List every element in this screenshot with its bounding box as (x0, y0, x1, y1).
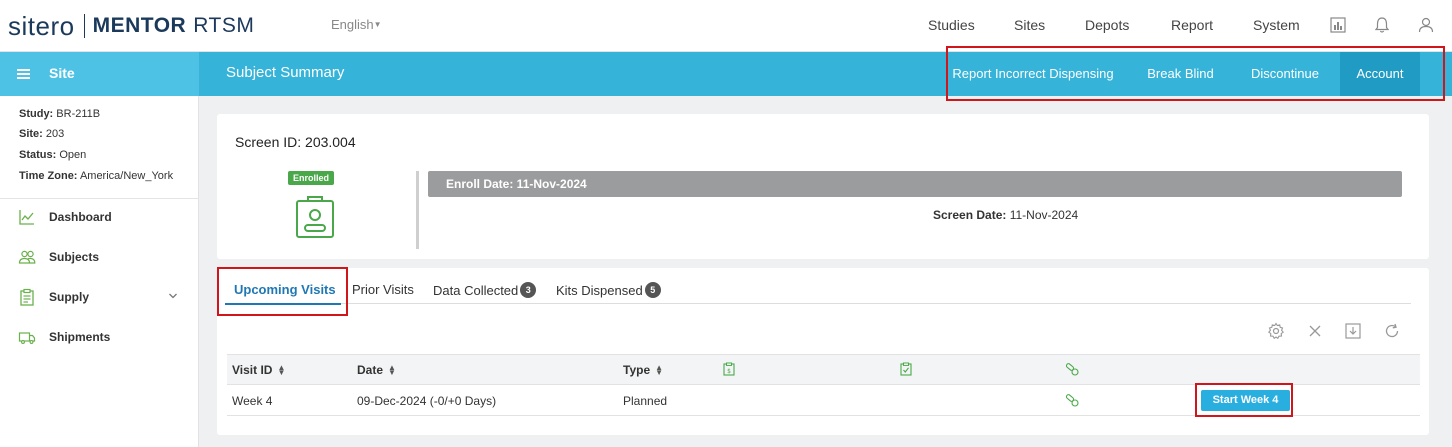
checklist-clipboard-icon (900, 362, 912, 376)
logo-product: MENTOR (92, 14, 187, 37)
bell-icon[interactable] (1373, 16, 1391, 34)
truck-icon (18, 332, 36, 344)
highlight-action-bar (946, 46, 1445, 101)
sidebar-item-shipments[interactable]: Shipments (0, 327, 199, 347)
info-study-value: BR-211B (56, 108, 101, 120)
sidebar-item-subjects[interactable]: Subjects (0, 247, 199, 267)
tab-label: Kits Dispensed (556, 282, 643, 298)
sort-icon: ▲ ▼ (388, 363, 396, 377)
column-header-visit-id[interactable]: Visit ID ▲ ▼ (232, 363, 285, 377)
cell-date: 09-Dec-2024 (-0/+0 Days) (357, 394, 497, 408)
app-logo[interactable]: sitero MENTOR RTSM (8, 10, 255, 41)
pills-icon (1065, 363, 1079, 376)
info-timezone-label: Time Zone: (19, 170, 78, 182)
info-site: Site: 203 (19, 128, 64, 140)
column-label: Visit ID (232, 363, 273, 377)
kit-clipboard-icon: $ (723, 362, 735, 376)
info-site-value: 203 (45, 128, 65, 140)
tab-label: Prior Visits (352, 282, 414, 297)
nav-depots[interactable]: Depots (1085, 17, 1129, 33)
screen-date-label: Screen Date: (933, 208, 1007, 222)
sidebar-header: Site (0, 52, 199, 96)
gear-icon[interactable] (1267, 322, 1285, 340)
hamburger-menu-icon[interactable] (17, 69, 30, 79)
logo-brand: sitero (8, 10, 75, 41)
column-header-date[interactable]: Date ▲ ▼ (357, 363, 396, 377)
screen-id: Screen ID: 203.004 (235, 134, 356, 150)
table-header: Visit ID ▲ ▼ Date ▲ ▼ Type ▲ ▼ $ (227, 354, 1420, 385)
enroll-date-bar: Enroll Date: 11-Nov-2024 (428, 171, 1402, 197)
info-study-label: Study: (19, 108, 54, 120)
sidebar: Study: BR-211B Site: 203 Status: Open Ti… (0, 96, 199, 447)
chevron-down-icon[interactable] (168, 291, 178, 301)
tab-kits-dispensed[interactable]: Kits Dispensed 5 (556, 282, 661, 298)
info-status-value: Open (59, 149, 87, 161)
nav-system[interactable]: System (1253, 17, 1300, 33)
info-status: Status: Open (19, 149, 86, 161)
nav-sites[interactable]: Sites (1014, 17, 1045, 33)
page-title: Subject Summary (226, 64, 345, 81)
caret-down-icon: ▼ (373, 20, 382, 29)
highlight-start-button (1195, 383, 1293, 417)
nav-studies[interactable]: Studies (928, 17, 975, 33)
download-icon[interactable] (1344, 322, 1362, 340)
info-site-label: Site: (19, 128, 43, 140)
pills-icon[interactable] (1065, 393, 1079, 407)
user-icon[interactable] (1417, 16, 1435, 34)
clipboard-list-icon (20, 288, 34, 306)
count-badge: 3 (520, 282, 537, 298)
report-chart-icon[interactable] (1329, 16, 1347, 34)
column-label: Type (623, 363, 651, 377)
sidebar-item-label: Dashboard (49, 210, 112, 224)
close-icon[interactable] (1306, 322, 1324, 340)
screen-date: Screen Date: 11-Nov-2024 (933, 208, 1078, 222)
language-dropdown[interactable]: English▼ (331, 17, 382, 32)
column-header-type[interactable]: Type ▲ ▼ (623, 363, 663, 377)
subject-clipboard-icon (296, 196, 334, 238)
tabs-divider (225, 303, 1411, 304)
vertical-divider (416, 171, 419, 249)
info-timezone-value: America/New_York (79, 170, 174, 182)
sort-icon: ▲ ▼ (655, 363, 664, 377)
cell-visit-id: Week 4 (232, 394, 273, 408)
sidebar-title: Site (49, 65, 75, 81)
tab-prior-visits[interactable]: Prior Visits (352, 282, 414, 297)
sidebar-divider (0, 198, 199, 199)
sidebar-item-dashboard[interactable]: Dashboard (0, 207, 199, 227)
svg-text:$: $ (727, 368, 731, 375)
sidebar-item-label: Shipments (49, 330, 111, 344)
sidebar-item-label: Subjects (49, 250, 100, 264)
refresh-icon[interactable] (1383, 322, 1401, 340)
tab-label: Data Collected (433, 282, 519, 298)
logo-separator (83, 14, 85, 38)
status-badge: Enrolled (288, 171, 335, 185)
tab-data-collected[interactable]: Data Collected 3 (433, 282, 537, 298)
sidebar-item-label: Supply (49, 290, 90, 304)
count-badge: 5 (644, 282, 661, 298)
nav-report[interactable]: Report (1171, 17, 1213, 33)
screen-date-value: 11-Nov-2024 (1009, 208, 1079, 222)
column-label: Date (357, 363, 384, 377)
language-label: English (331, 17, 374, 32)
highlight-upcoming-visits-tab (217, 267, 348, 316)
users-icon (18, 250, 36, 264)
cell-type: Planned (623, 394, 668, 408)
info-timezone: Time Zone: America/New_York (19, 170, 173, 182)
logo-suffix: RTSM (193, 14, 255, 37)
top-navigation: sitero MENTOR RTSM English▼ Studies Site… (0, 0, 1452, 52)
info-status-label: Status: (19, 149, 57, 161)
sidebar-item-supply[interactable]: Supply (0, 287, 199, 307)
sort-icon: ▲ ▼ (277, 363, 286, 377)
subject-summary-card: Screen ID: 203.004 Enrolled Enroll Date:… (217, 114, 1429, 259)
info-study: Study: BR-211B (19, 108, 100, 120)
chart-line-icon (19, 210, 34, 225)
